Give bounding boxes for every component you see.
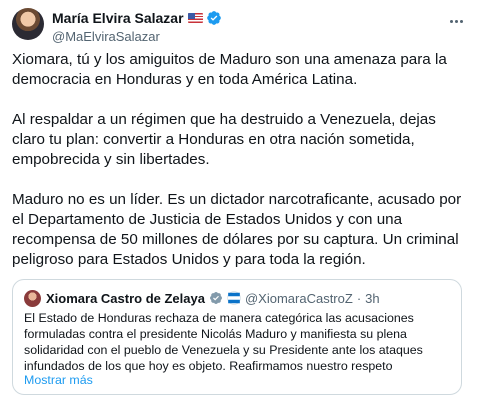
quoted-author-avatar[interactable] (24, 290, 41, 307)
tweet-paragraph: Xiomara, tú y los amiguitos de Maduro so… (12, 51, 447, 88)
show-more-link[interactable]: Mostrar más (24, 373, 93, 387)
quoted-tweet[interactable]: Xiomara Castro de Zelaya @XiomaraCastroZ… (12, 279, 462, 395)
separator-dot: · (356, 290, 362, 306)
author-name-row: María Elvira Salazar (52, 9, 439, 27)
author-name[interactable]: María Elvira Salazar (52, 10, 184, 26)
quoted-text: El Estado de Honduras rechaza de manera … (24, 311, 423, 373)
author-avatar[interactable] (12, 8, 44, 40)
verified-badge-icon[interactable] (209, 291, 223, 305)
more-options-icon[interactable] (447, 12, 465, 30)
us-flag-icon (187, 13, 203, 23)
quoted-author-handle[interactable]: @XiomaraCastroZ (245, 291, 353, 306)
tweet-paragraph: Maduro no es un líder. Es un dictador na… (12, 191, 462, 268)
tweet-header: María Elvira Salazar @MaElviraSalazar (52, 9, 439, 44)
quoted-author-name[interactable]: Xiomara Castro de Zelaya (46, 291, 205, 306)
quoted-timestamp[interactable]: 3h (365, 291, 379, 306)
verified-badge-icon[interactable] (206, 10, 222, 26)
author-handle[interactable]: @MaElviraSalazar (52, 29, 439, 44)
tweet-text: Xiomara, tú y los amiguitos de Maduro so… (12, 50, 472, 290)
tweet: María Elvira Salazar @MaElviraSalazar Xi… (0, 0, 479, 407)
tweet-paragraph: Al respaldar a un régimen que ha destrui… (12, 111, 436, 168)
honduras-flag-icon (227, 291, 241, 305)
quoted-tweet-header: Xiomara Castro de Zelaya @XiomaraCastroZ… (46, 289, 380, 307)
